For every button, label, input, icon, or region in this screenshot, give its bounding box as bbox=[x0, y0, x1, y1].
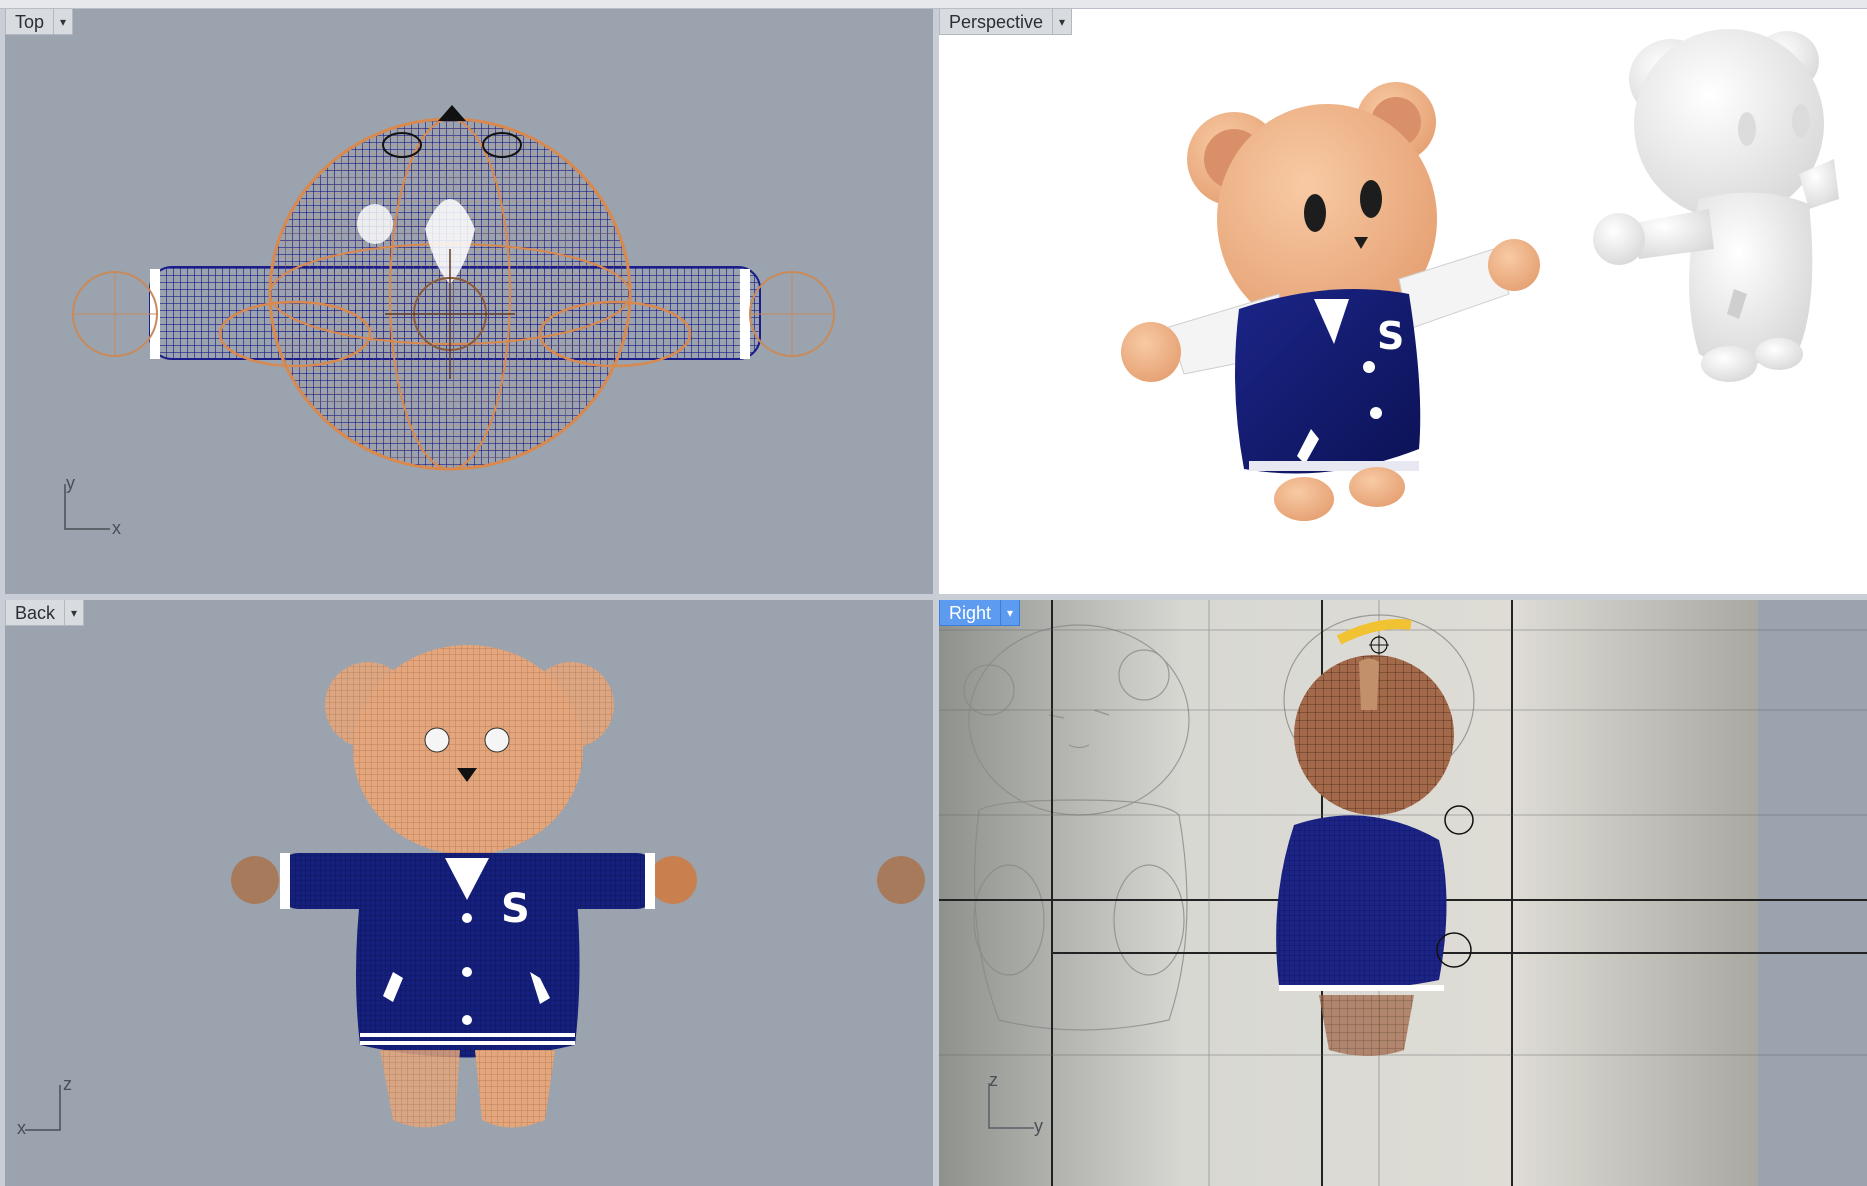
viewport-perspective[interactable]: Perspective ▾ S bbox=[939, 9, 1867, 594]
jacket-wire bbox=[1276, 815, 1447, 989]
axis-h-label: x bbox=[17, 1118, 26, 1138]
axis-h-label: y bbox=[1034, 1116, 1043, 1136]
viewport-title[interactable]: Right bbox=[939, 600, 1002, 626]
perspective-render: S bbox=[1121, 29, 1839, 521]
top-view-wireframe bbox=[72, 105, 835, 471]
viewport-label-top[interactable]: Top ▾ bbox=[5, 9, 74, 35]
viewport-top[interactable]: Top ▾ y x bbox=[5, 9, 933, 594]
dropdown-icon[interactable]: ▾ bbox=[1001, 600, 1021, 626]
axis-v-label: y bbox=[66, 473, 75, 493]
bear-render-grey bbox=[1593, 29, 1839, 382]
viewport-title[interactable]: Back bbox=[5, 600, 66, 626]
axis-v-label: z bbox=[989, 1070, 998, 1090]
jacket-letter: S bbox=[501, 886, 530, 932]
viewport-back[interactable]: Back ▾ S z x bbox=[5, 600, 933, 1186]
jacket-letter: S bbox=[1377, 314, 1404, 358]
nose-marker bbox=[438, 105, 466, 121]
viewport-label-right[interactable]: Right ▾ bbox=[939, 600, 1021, 626]
dropdown-icon[interactable]: ▾ bbox=[54, 9, 74, 35]
window-top-strip bbox=[0, 0, 1867, 9]
dropdown-icon[interactable]: ▾ bbox=[65, 600, 85, 626]
back-view-wireframe: S bbox=[231, 645, 925, 1128]
viewport-label-back[interactable]: Back ▾ bbox=[5, 600, 85, 626]
viewport-right[interactable]: Right ▾ z y bbox=[939, 600, 1867, 1186]
viewport-title[interactable]: Top bbox=[5, 9, 55, 35]
right-view-wireframe bbox=[939, 600, 1867, 1186]
head-wire bbox=[353, 645, 583, 855]
dropdown-icon[interactable]: ▾ bbox=[1053, 9, 1073, 35]
axis-h-label: x bbox=[112, 518, 121, 538]
axis-v-label: z bbox=[63, 1074, 72, 1094]
viewport-label-perspective[interactable]: Perspective ▾ bbox=[939, 9, 1073, 35]
viewport-title[interactable]: Perspective bbox=[939, 9, 1054, 35]
bear-render-colored: S bbox=[1121, 82, 1540, 521]
